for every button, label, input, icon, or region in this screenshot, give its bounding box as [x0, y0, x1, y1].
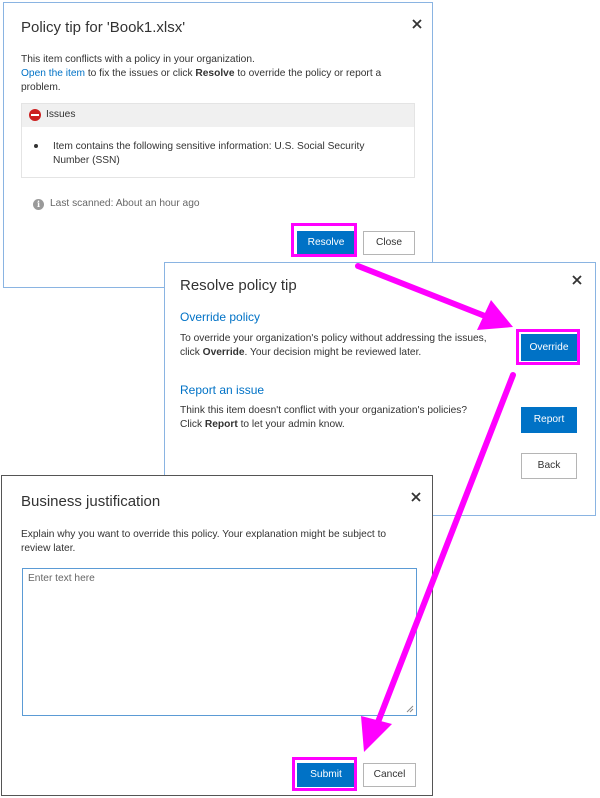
resize-grip-icon[interactable]: [406, 705, 414, 713]
cancel-button[interactable]: Cancel: [363, 763, 416, 787]
close-button[interactable]: Close: [363, 231, 415, 255]
message-text: to fix the issues or click: [85, 68, 196, 79]
report-button[interactable]: Report: [521, 407, 577, 433]
description-text: to let your admin know.: [237, 419, 345, 430]
last-scanned: Last scanned: About an hour ago: [50, 198, 200, 209]
close-icon[interactable]: [570, 273, 584, 287]
override-policy-heading[interactable]: Override policy: [180, 310, 260, 324]
report-description: Think this item doesn't conflict with yo…: [180, 404, 505, 432]
message-text: This item conflicts with a policy in you…: [21, 54, 255, 65]
issue-item: Item contains the following sensitive in…: [53, 141, 365, 166]
resolve-keyword: Resolve: [195, 68, 235, 79]
dialog-title: Policy tip for 'Book1.xlsx': [21, 19, 186, 36]
description-text: Think this item doesn't conflict with yo…: [180, 405, 468, 416]
business-justification-dialog: Business justification Explain why you w…: [1, 475, 433, 796]
back-button[interactable]: Back: [521, 453, 577, 479]
open-item-link[interactable]: Open the item: [21, 68, 85, 79]
policy-tip-dialog: Policy tip for 'Book1.xlsx' This item co…: [3, 2, 433, 288]
dialog-title: Business justification: [21, 493, 161, 510]
issues-panel: Issues Item contains the following sensi…: [21, 103, 415, 178]
report-issue-heading[interactable]: Report an issue: [180, 383, 264, 397]
justification-textarea[interactable]: Enter text here: [22, 568, 417, 716]
description-text: Click: [180, 419, 205, 430]
policy-message: This item conflicts with a policy in you…: [21, 53, 421, 95]
resolve-highlight: [291, 223, 357, 257]
submit-highlight: [292, 757, 357, 791]
report-keyword: Report: [204, 419, 238, 430]
stop-icon: [29, 109, 41, 121]
override-keyword: Override: [202, 347, 245, 358]
dialog-title: Resolve policy tip: [180, 277, 297, 294]
bullet-icon: [34, 144, 38, 148]
info-icon: i: [33, 199, 44, 210]
close-icon[interactable]: [409, 490, 423, 504]
justification-instructions: Explain why you want to override this po…: [21, 529, 387, 554]
issues-header: Issues: [22, 104, 414, 127]
override-highlight: [516, 329, 580, 365]
issues-heading: Issues: [46, 109, 76, 120]
close-icon[interactable]: [410, 17, 424, 31]
textarea-placeholder: Enter text here: [28, 573, 95, 584]
description-text: . Your decision might be reviewed later.: [244, 347, 422, 358]
override-description: To override your organization's policy w…: [180, 332, 490, 360]
